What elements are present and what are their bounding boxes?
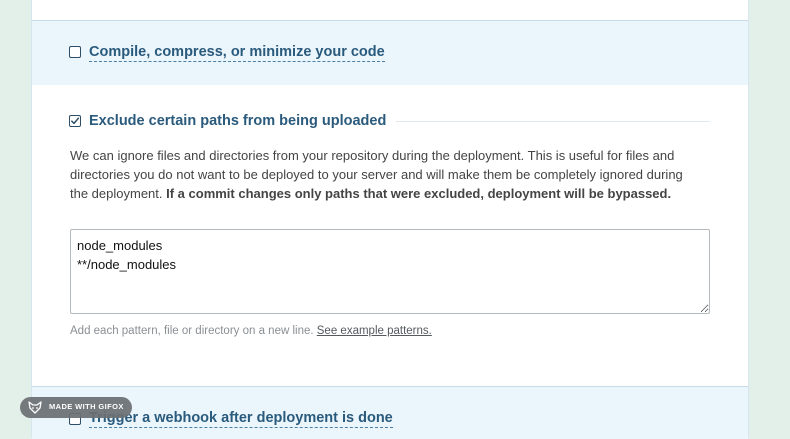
exclude-description-bold: If a commit changes only paths that were… [166, 186, 672, 201]
example-patterns-link[interactable]: See example patterns. [317, 325, 432, 337]
compile-option-section: Compile, compress, or minimize your code [32, 21, 748, 85]
checkmark-icon [71, 117, 80, 125]
settings-panel: Compile, compress, or minimize your code… [31, 0, 749, 439]
exclude-paths-textarea[interactable]: node_modules **/node_modules [70, 229, 710, 314]
gifox-watermark: MADE WITH GIFOX [20, 397, 132, 418]
exclude-hint-text: Add each pattern, file or directory on a… [70, 325, 317, 337]
compile-option-label[interactable]: Compile, compress, or minimize your code [89, 44, 385, 62]
compile-checkbox[interactable] [69, 46, 81, 58]
exclude-description: We can ignore files and directories from… [70, 146, 695, 203]
exclude-option-label[interactable]: Exclude certain paths from being uploade… [89, 113, 386, 130]
fox-icon [28, 401, 42, 414]
webhook-option-section: Trigger a webhook after deployment is do… [32, 386, 748, 439]
exclude-hint: Add each pattern, file or directory on a… [70, 325, 432, 337]
watermark-text: MADE WITH GIFOX [49, 402, 124, 411]
previous-section [32, 0, 748, 21]
section-divider [396, 121, 710, 122]
exclude-checkbox[interactable] [69, 115, 81, 127]
webhook-option-label[interactable]: Trigger a webhook after deployment is do… [89, 410, 393, 428]
